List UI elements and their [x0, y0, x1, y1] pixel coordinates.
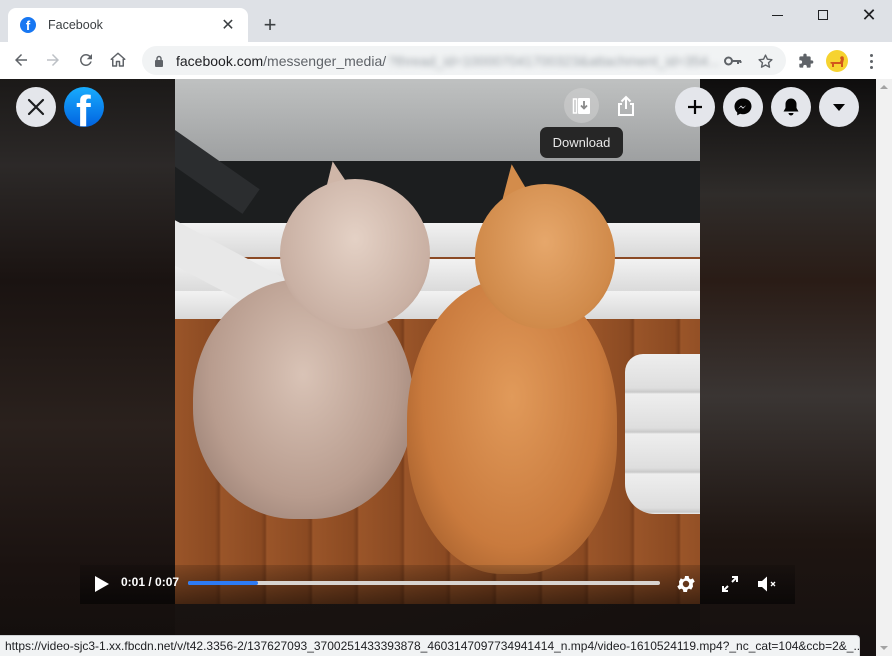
play-icon[interactable] [94, 575, 110, 593]
facebook-logo[interactable]: f [64, 87, 104, 127]
volume-button[interactable] [756, 572, 780, 596]
tab-close-icon[interactable]: ✕ [220, 17, 236, 34]
forward-icon [47, 54, 59, 66]
facebook-logo-letter: f [76, 87, 91, 128]
close-viewer-button[interactable] [16, 87, 56, 127]
fullscreen-icon [722, 576, 738, 592]
window-close-button[interactable]: ✕ [846, 0, 892, 30]
account-menu-button[interactable] [819, 87, 859, 127]
share-icon [618, 95, 634, 116]
volume-muted-icon [758, 576, 776, 592]
menu-icon [869, 53, 873, 57]
close-icon [27, 98, 45, 116]
create-button[interactable] [675, 87, 715, 127]
minimize-icon [771, 14, 783, 16]
tab-title: Facebook [48, 18, 103, 32]
notifications-button[interactable] [771, 87, 811, 127]
download-button[interactable] [564, 88, 599, 123]
minimize-button[interactable] [754, 0, 800, 30]
settings-button[interactable] [674, 572, 698, 596]
home-icon [110, 52, 126, 67]
time-display: 0:01 / 0:07 [121, 575, 180, 589]
download-tooltip: Download [540, 127, 623, 158]
new-tab-button[interactable]: + [258, 12, 282, 37]
tab-strip: f Facebook ✕ + ✕ [0, 0, 892, 42]
link-status-bubble: https://video-sjc3-1.xx.fbcdn.net/v/t42.… [0, 635, 860, 656]
tab-facebook[interactable]: f Facebook ✕ [8, 8, 248, 42]
reload-button[interactable] [70, 44, 102, 76]
lock-icon[interactable] [152, 54, 166, 68]
settings-icon [677, 576, 695, 592]
extensions-icon[interactable] [796, 51, 816, 71]
maximize-icon [818, 10, 828, 20]
share-button[interactable] [612, 91, 640, 121]
browser-toolbar: facebook.com /messenger_media/ ?thread_i… [0, 42, 892, 79]
messenger-icon [734, 98, 752, 116]
cream-cat-head [280, 179, 430, 329]
star-icon[interactable] [756, 52, 774, 70]
video-controls: 0:01 / 0:07 [80, 565, 795, 604]
back-icon [15, 54, 27, 66]
fullscreen-button[interactable] [718, 572, 742, 596]
messenger-button[interactable] [723, 87, 763, 127]
address-bar[interactable]: facebook.com /messenger_media/ ?thread_i… [142, 46, 786, 75]
download-icon [572, 97, 590, 114]
profile-avatar[interactable] [826, 50, 848, 72]
home-button[interactable] [102, 44, 134, 76]
notifications-icon [783, 98, 799, 116]
orange-cat-body [407, 279, 617, 574]
forward-button[interactable] [37, 44, 69, 76]
maximize-button[interactable] [800, 0, 846, 30]
reload-icon [79, 53, 92, 66]
url-path: /messenger_media/ [263, 52, 387, 69]
window-controls: ✕ [754, 0, 892, 30]
key-icon[interactable] [724, 52, 742, 70]
create-icon [688, 100, 702, 114]
browser-menu-button[interactable] [862, 51, 880, 71]
progress-fill [188, 581, 258, 585]
scroll-down-arrow-icon[interactable] [880, 646, 888, 650]
facebook-favicon-icon: f [20, 17, 36, 33]
media-viewer: f Download 0:01 / 0:07 [0, 79, 876, 656]
close-icon: ✕ [861, 4, 877, 25]
scroll-up-arrow-icon[interactable] [880, 85, 888, 89]
back-button[interactable] [5, 44, 37, 76]
video-frame[interactable] [175, 79, 700, 604]
url-blurred-tail: ?thread_id=100007041700323&attachment_id… [388, 52, 720, 69]
towels [625, 354, 700, 514]
orange-cat-head [475, 184, 615, 329]
chevron-down-icon [833, 104, 845, 111]
profile-dog-icon [830, 56, 844, 67]
page-scrollbar[interactable] [876, 79, 892, 656]
url-host: facebook.com [176, 52, 264, 69]
progress-bar[interactable] [188, 581, 660, 585]
